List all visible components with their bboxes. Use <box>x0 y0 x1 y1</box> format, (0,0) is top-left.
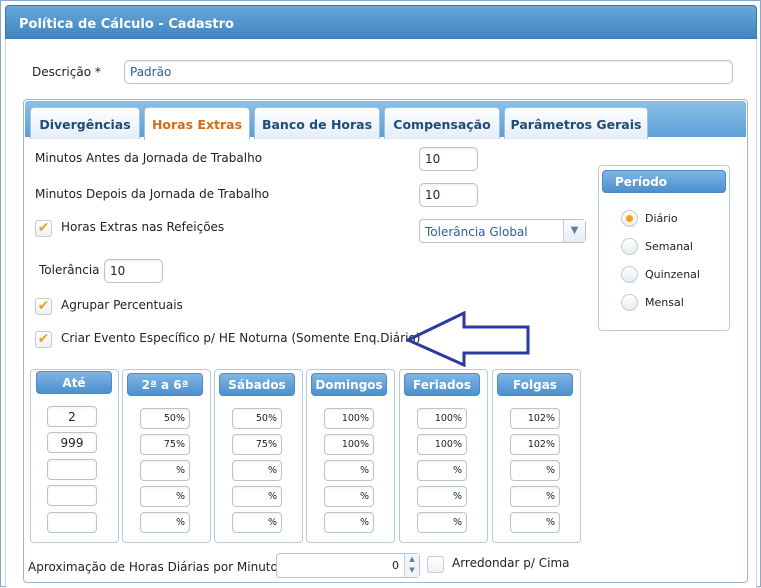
ate-header: Até <box>36 371 112 394</box>
min-antes-label: Minutos Antes da Jornada de Trabalho <box>35 151 263 165</box>
min-antes-input[interactable]: 10 <box>419 147 478 171</box>
radio-mensal-label: Mensal <box>645 296 684 309</box>
sabados-column: Sábados 50% 75% % % % <box>214 369 303 543</box>
evento-label: Criar Evento Específico p/ HE Noturna (S… <box>61 331 421 345</box>
min-depois-label: Minutos Depois da Jornada de Trabalho <box>35 187 270 201</box>
folgas-cell[interactable]: % <box>510 460 560 481</box>
folgas-column: Folgas 102% 102% % % % <box>492 369 581 543</box>
tolerancia-input[interactable]: 10 <box>104 259 163 283</box>
feriados-cell[interactable]: % <box>417 486 467 507</box>
seg-sex-cell[interactable]: 75% <box>140 434 190 455</box>
domingos-cell[interactable]: % <box>324 460 374 481</box>
tab-bar: Divergências Horas Extras Banco de Horas… <box>25 101 746 140</box>
radio-semanal-label: Semanal <box>645 240 693 253</box>
feriados-cell[interactable]: % <box>417 512 467 533</box>
tab-compensacao[interactable]: Compensação <box>384 107 500 139</box>
tolerancia-label: Tolerância <box>39 263 100 277</box>
radio-semanal[interactable] <box>621 238 638 255</box>
aproximacao-value: 0 <box>392 559 399 572</box>
descricao-label: Descrição * <box>32 65 101 79</box>
spin-up-icon[interactable]: ▲ <box>405 554 419 565</box>
periodo-header: Período <box>602 170 726 193</box>
feriados-column: Feriados 100% 100% % % % <box>399 369 488 543</box>
folgas-cell[interactable]: % <box>510 486 560 507</box>
radio-diario[interactable] <box>621 210 638 227</box>
feriados-cell[interactable]: % <box>417 460 467 481</box>
ate-cell[interactable] <box>47 512 97 533</box>
periodo-group: Período Diário Semanal Quinzenal Mensal <box>598 165 730 331</box>
left-arrow-icon <box>406 311 530 367</box>
evento-checkbox[interactable]: ✔ <box>35 331 52 348</box>
sabados-header: Sábados <box>219 373 295 396</box>
tolerancia-select[interactable]: Tolerância Global ▼ <box>419 219 586 243</box>
ate-cell[interactable] <box>47 485 97 506</box>
chevron-down-icon[interactable]: ▼ <box>563 220 585 242</box>
folgas-cell[interactable]: % <box>510 512 560 533</box>
domingos-cell[interactable]: % <box>324 512 374 533</box>
seg-sex-cell[interactable]: 50% <box>140 408 190 429</box>
tab-banco-de-horas[interactable]: Banco de Horas <box>254 107 380 139</box>
min-depois-input[interactable]: 10 <box>419 183 478 207</box>
sabados-cell[interactable]: % <box>232 512 282 533</box>
tab-horas-extras[interactable]: Horas Extras <box>144 107 250 140</box>
folgas-cell[interactable]: 102% <box>510 434 560 455</box>
seg-sex-cell[interactable]: % <box>140 486 190 507</box>
agrupar-label: Agrupar Percentuais <box>61 298 183 312</box>
refeicoes-checkbox[interactable]: ✔ <box>35 220 52 237</box>
ate-cell[interactable] <box>47 459 97 480</box>
descricao-input[interactable]: Padrão <box>124 60 733 84</box>
spinner-buttons[interactable]: ▲ ▼ <box>404 554 419 577</box>
feriados-header: Feriados <box>404 373 480 396</box>
ate-cell[interactable]: 2 <box>47 406 97 427</box>
domingos-header: Domingos <box>311 373 387 396</box>
sabados-cell[interactable]: % <box>232 486 282 507</box>
feriados-cell[interactable]: 100% <box>417 434 467 455</box>
seg-sex-header: 2ª a 6ª <box>127 373 203 396</box>
domingos-cell[interactable]: % <box>324 486 374 507</box>
radio-quinzenal-label: Quinzenal <box>645 268 700 281</box>
ate-column: Até 2 999 <box>30 369 119 543</box>
radio-diario-label: Diário <box>645 212 678 225</box>
cadastro-dialog: Política de Cálculo - Cadastro Descrição… <box>0 0 761 588</box>
tab-parametros-gerais[interactable]: Parâmetros Gerais <box>504 107 648 139</box>
arredondar-checkbox[interactable] <box>427 556 444 573</box>
dialog-content: Descrição * Padrão Divergências Horas Ex… <box>5 39 757 588</box>
domingos-cell[interactable]: 100% <box>324 434 374 455</box>
folgas-header: Folgas <box>497 373 573 396</box>
domingos-column: Domingos 100% 100% % % % <box>306 369 395 543</box>
sabados-cell[interactable]: 75% <box>232 434 282 455</box>
seg-sex-cell[interactable]: % <box>140 460 190 481</box>
sabados-cell[interactable]: % <box>232 460 282 481</box>
radio-mensal[interactable] <box>621 294 638 311</box>
arredondar-label: Arredondar p/ Cima <box>452 556 570 570</box>
tolerancia-select-value: Tolerância Global <box>425 225 528 239</box>
refeicoes-label: Horas Extras nas Refeições <box>61 220 225 234</box>
window-title: Política de Cálculo - Cadastro <box>5 5 757 39</box>
aproximacao-spinner[interactable]: 0 ▲ ▼ <box>276 553 420 578</box>
folgas-cell[interactable]: 102% <box>510 408 560 429</box>
sabados-cell[interactable]: 50% <box>232 408 282 429</box>
ate-cell[interactable]: 999 <box>47 432 97 453</box>
feriados-cell[interactable]: 100% <box>417 408 467 429</box>
agrupar-checkbox[interactable]: ✔ <box>35 298 52 315</box>
radio-quinzenal[interactable] <box>621 266 638 283</box>
tab-divergencias[interactable]: Divergências <box>30 107 140 139</box>
spin-down-icon[interactable]: ▼ <box>405 565 419 576</box>
aproximacao-label: Aproximação de Horas Diárias por Minuto <box>28 560 278 574</box>
seg-sex-column: 2ª a 6ª 50% 75% % % % <box>122 369 211 543</box>
seg-sex-cell[interactable]: % <box>140 512 190 533</box>
domingos-cell[interactable]: 100% <box>324 408 374 429</box>
